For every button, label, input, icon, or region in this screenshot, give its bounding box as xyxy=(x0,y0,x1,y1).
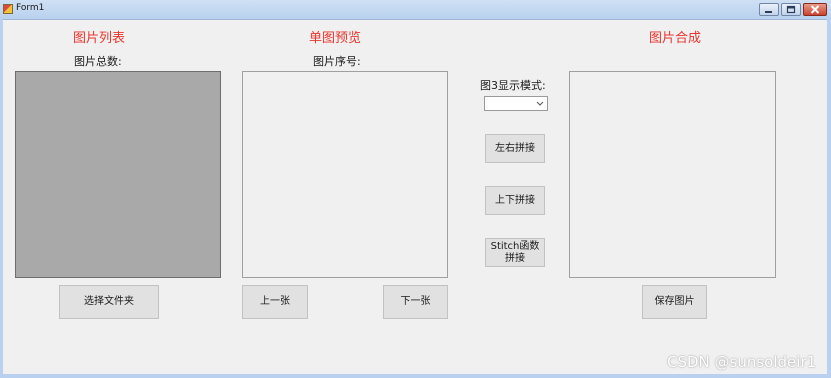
display-mode-label: 图3显示模式: xyxy=(480,79,546,92)
image-compose-header: 图片合成 xyxy=(649,31,702,46)
window-frame-right xyxy=(827,19,831,378)
select-folder-button[interactable]: 选择文件夹 xyxy=(59,285,159,319)
next-image-button[interactable]: 下一张 xyxy=(383,285,448,319)
maximize-button[interactable] xyxy=(781,3,801,16)
minimize-button[interactable] xyxy=(759,3,779,16)
previous-image-button[interactable]: 上一张 xyxy=(242,285,308,319)
image-list-header: 图片列表 xyxy=(73,31,126,46)
window-titlebar[interactable]: Form1 xyxy=(0,0,831,20)
close-icon xyxy=(810,5,820,14)
top-bottom-stitch-button[interactable]: 上下拼接 xyxy=(485,186,545,215)
left-right-stitch-button[interactable]: 左右拼接 xyxy=(485,134,545,163)
stitch-function-button[interactable]: Stitch函数 拼接 xyxy=(485,238,545,267)
display-mode-select[interactable] xyxy=(484,96,548,111)
preview-picture-box xyxy=(242,71,448,278)
csdn-watermark: CSDN @sunsoldeir1 xyxy=(667,353,817,371)
window-title: Form1 xyxy=(16,3,45,13)
maximize-icon xyxy=(786,5,796,14)
single-preview-header: 单图预览 xyxy=(309,31,362,46)
total-count-label: 图片总数: xyxy=(74,55,122,68)
close-button[interactable] xyxy=(803,3,827,16)
app-icon xyxy=(3,4,13,14)
chevron-down-icon xyxy=(536,101,544,106)
save-image-button[interactable]: 保存图片 xyxy=(642,285,707,319)
window-frame-left xyxy=(0,19,3,378)
window-frame-bottom xyxy=(0,374,831,378)
sequence-number-label: 图片序号: xyxy=(313,55,361,68)
image-list-box[interactable] xyxy=(15,71,221,278)
minimize-icon xyxy=(765,10,772,13)
composite-picture-box xyxy=(569,71,776,278)
